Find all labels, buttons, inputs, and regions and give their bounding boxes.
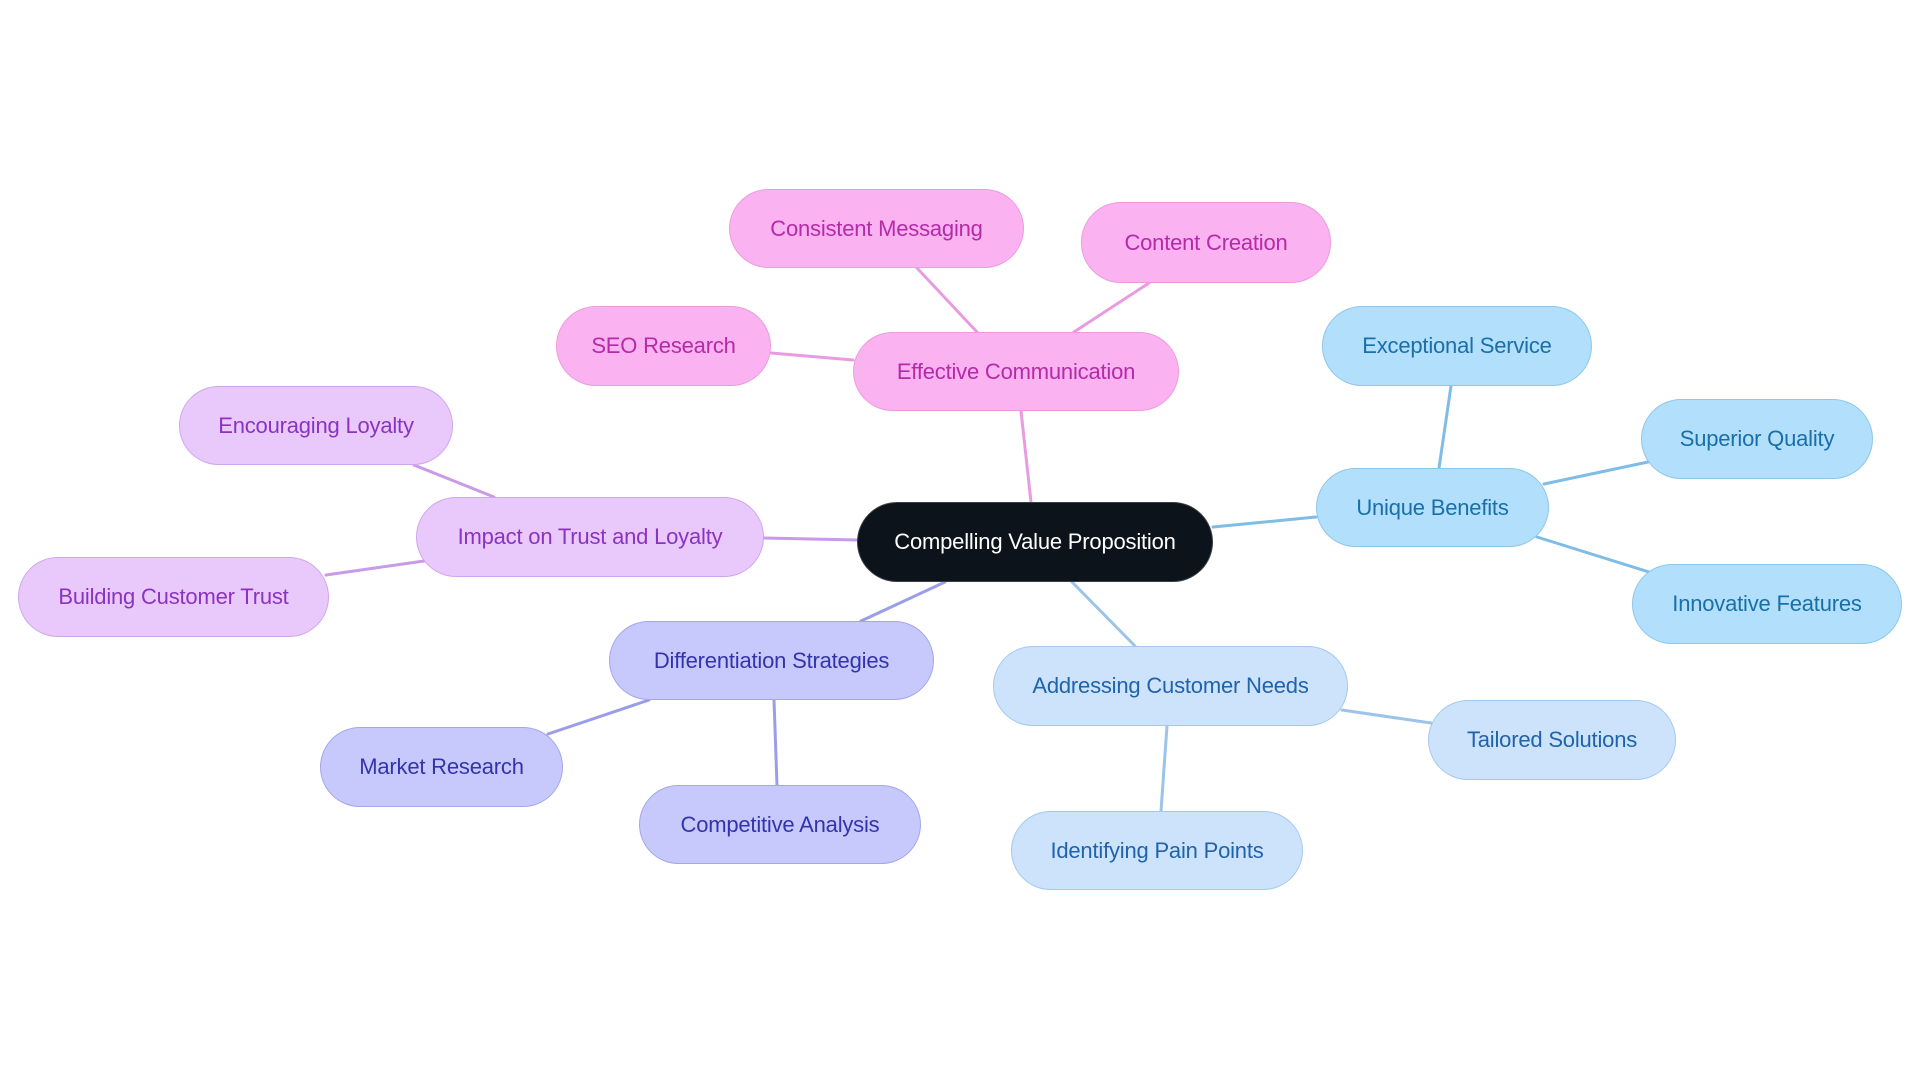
edge-consistent-messaging	[915, 266, 979, 334]
leaf-node-superior-quality[interactable]: Superior Quality	[1641, 399, 1873, 479]
edge-addressing-customer-needs	[1070, 580, 1137, 648]
edge-impact-on-trust-and-loyalty	[762, 536, 859, 542]
branch-node-differentiation-strategies[interactable]: Differentiation Strategies	[609, 621, 934, 700]
edge-building-customer-trust	[324, 559, 426, 577]
edge-innovative-features	[1535, 535, 1654, 575]
leaf-node-competitive-analysis[interactable]: Competitive Analysis	[639, 785, 921, 864]
edge-seo-research	[769, 351, 855, 362]
edge-content-creation	[1072, 281, 1151, 334]
branch-node-addressing-customer-needs[interactable]: Addressing Customer Needs	[993, 646, 1348, 726]
leaf-node-market-research[interactable]: Market Research	[320, 727, 563, 807]
leaf-node-content-creation[interactable]: Content Creation	[1081, 202, 1331, 283]
leaf-node-consistent-messaging[interactable]: Consistent Messaging	[729, 189, 1024, 268]
edge-effective-communication	[1019, 409, 1033, 504]
leaf-node-encouraging-loyalty[interactable]: Encouraging Loyalty	[179, 386, 453, 465]
edge-exceptional-service	[1437, 384, 1453, 470]
leaf-node-identifying-pain-points[interactable]: Identifying Pain Points	[1011, 811, 1303, 890]
leaf-node-exceptional-service[interactable]: Exceptional Service	[1322, 306, 1592, 386]
leaf-node-innovative-features[interactable]: Innovative Features	[1632, 564, 1902, 644]
edge-competitive-analysis	[772, 698, 779, 787]
leaf-node-tailored-solutions[interactable]: Tailored Solutions	[1428, 700, 1676, 780]
branch-node-impact-on-trust-and-loyalty[interactable]: Impact on Trust and Loyalty	[416, 497, 764, 577]
root-node[interactable]: Compelling Value Proposition	[857, 502, 1213, 582]
edge-tailored-solutions	[1340, 708, 1433, 725]
branch-node-unique-benefits[interactable]: Unique Benefits	[1316, 468, 1549, 547]
edge-superior-quality	[1542, 460, 1650, 486]
mindmap-canvas: Compelling Value Proposition Effective C…	[0, 0, 1920, 1083]
edge-market-research	[546, 698, 651, 736]
edge-identifying-pain-points	[1159, 724, 1169, 813]
edge-differentiation-strategies	[859, 580, 947, 623]
leaf-node-seo-research[interactable]: SEO Research	[556, 306, 771, 386]
leaf-node-building-customer-trust[interactable]: Building Customer Trust	[18, 557, 329, 637]
edge-encouraging-loyalty	[412, 463, 496, 499]
edge-unique-benefits	[1211, 515, 1318, 529]
branch-node-effective-communication[interactable]: Effective Communication	[853, 332, 1179, 411]
